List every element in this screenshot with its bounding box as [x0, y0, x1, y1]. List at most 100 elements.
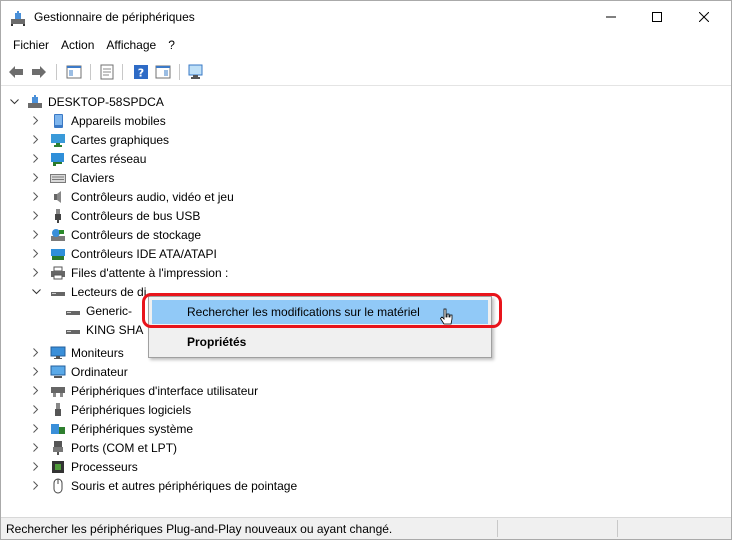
- tree-item-label: Périphériques d'interface utilisateur: [71, 383, 259, 398]
- tree-item-disk-generic[interactable]: Generic-: [65, 301, 132, 320]
- tree-item-monitors[interactable]: Moniteurs: [31, 343, 124, 362]
- tree-item-label: Périphériques logiciels: [71, 402, 192, 417]
- tree-item-label: Claviers: [71, 170, 115, 185]
- chevron-right-icon[interactable]: [31, 348, 41, 358]
- usb-icon: [50, 208, 66, 224]
- status-bar: Rechercher les périphériques Plug-and-Pl…: [1, 517, 731, 539]
- chevron-right-icon[interactable]: [31, 135, 41, 145]
- chevron-right-icon[interactable]: [31, 211, 41, 221]
- forward-arrow-icon[interactable]: [30, 63, 48, 81]
- tree-item-system-devices[interactable]: Périphériques système: [31, 419, 193, 438]
- chevron-right-icon[interactable]: [31, 481, 41, 491]
- storage-controller-icon: [50, 227, 66, 243]
- tree-item-label: Périphériques système: [71, 421, 194, 436]
- tree-item-label: Contrôleurs audio, vidéo et jeu: [71, 189, 234, 204]
- tree-item-label: Contrôleurs de stockage: [71, 227, 202, 242]
- tree-item-audio-controllers[interactable]: Contrôleurs audio, vidéo et jeu: [31, 187, 234, 206]
- properties-menu-item[interactable]: Propriétés: [152, 330, 488, 354]
- status-separator: [497, 520, 498, 537]
- properties-menu-label: Propriétés: [187, 335, 247, 349]
- chevron-right-icon[interactable]: [31, 386, 41, 396]
- show-hide-tree-icon[interactable]: [65, 63, 83, 81]
- chevron-right-icon[interactable]: [31, 173, 41, 183]
- menu-view[interactable]: Affichage: [100, 35, 162, 55]
- tree-item-ide-controllers[interactable]: Contrôleurs IDE ATA/ATAPI: [31, 244, 217, 263]
- menu-action[interactable]: Action: [55, 35, 100, 55]
- tree-item-software-devices[interactable]: Périphériques logiciels: [31, 400, 191, 419]
- monitor-icon: [50, 345, 66, 361]
- disk-drive-icon: [65, 303, 81, 319]
- tree-item-label: Appareils mobiles: [71, 113, 166, 128]
- chevron-right-icon[interactable]: [31, 443, 41, 453]
- hid-icon: [50, 383, 66, 399]
- tree-item-label: Contrôleurs IDE ATA/ATAPI: [71, 246, 217, 261]
- tree-root[interactable]: DESKTOP-58SPDCA: [9, 92, 164, 111]
- mouse-icon: [50, 478, 66, 494]
- tree-item-label: Cartes réseau: [71, 151, 147, 166]
- tree-item-storage-controllers[interactable]: Contrôleurs de stockage: [31, 225, 201, 244]
- help-icon[interactable]: ?: [132, 63, 150, 81]
- chevron-right-icon[interactable]: [31, 154, 41, 164]
- chevron-right-icon[interactable]: [31, 116, 41, 126]
- chevron-right-icon[interactable]: [31, 424, 41, 434]
- mouse-cursor-icon: [439, 308, 455, 330]
- tree-item-label: Moniteurs: [71, 345, 124, 360]
- chevron-down-icon[interactable]: [31, 287, 41, 297]
- tree-item-label: KING SHA: [86, 322, 144, 337]
- chevron-right-icon[interactable]: [31, 462, 41, 472]
- software-device-icon: [50, 402, 66, 418]
- minimize-button[interactable]: [588, 1, 634, 33]
- computer-icon: [27, 94, 43, 110]
- chevron-right-icon[interactable]: [31, 249, 41, 259]
- tree-item-usb-controllers[interactable]: Contrôleurs de bus USB: [31, 206, 200, 225]
- scan-hardware-icon[interactable]: [188, 63, 206, 81]
- tree-item-processors[interactable]: Processeurs: [31, 457, 138, 476]
- tree-item-label: Generic-: [86, 303, 133, 318]
- title-bar[interactable]: Gestionnaire de périphériques: [1, 1, 731, 33]
- printer-icon: [50, 265, 66, 281]
- tree-item-disk-drives[interactable]: Lecteurs de di: [31, 282, 146, 301]
- chevron-down-icon[interactable]: [9, 97, 19, 107]
- disk-drive-icon: [50, 284, 66, 300]
- tree-item-label: Ports (COM et LPT): [71, 440, 178, 455]
- tree-item-keyboards[interactable]: Claviers: [31, 168, 114, 187]
- tree-item-computer[interactable]: Ordinateur: [31, 362, 128, 381]
- console-view-icon[interactable]: [154, 63, 172, 81]
- tree-item-label: Souris et autres périphériques de pointa…: [71, 478, 298, 493]
- computer-monitor-icon: [50, 364, 66, 380]
- tree-item-print-queues[interactable]: Files d'attente à l'impression :: [31, 263, 228, 282]
- system-device-icon: [50, 421, 66, 437]
- tree-item-display-adapters[interactable]: Cartes graphiques: [31, 130, 169, 149]
- properties-icon[interactable]: [98, 63, 116, 81]
- tree-item-label: Cartes graphiques: [71, 132, 170, 147]
- network-adapter-icon: [50, 151, 66, 167]
- chevron-right-icon[interactable]: [31, 367, 41, 377]
- tree-item-label: Files d'attente à l'impression :: [71, 265, 229, 280]
- tree-item-network-adapters[interactable]: Cartes réseau: [31, 149, 146, 168]
- chevron-right-icon[interactable]: [31, 405, 41, 415]
- status-text: Rechercher les périphériques Plug-and-Pl…: [6, 522, 393, 536]
- chevron-right-icon[interactable]: [31, 192, 41, 202]
- menu-help[interactable]: ?: [162, 35, 181, 55]
- window-title: Gestionnaire de périphériques: [34, 10, 195, 24]
- mobile-device-icon: [50, 113, 66, 129]
- maximize-button[interactable]: [634, 1, 680, 33]
- status-separator: [617, 520, 618, 537]
- close-button[interactable]: [681, 1, 727, 33]
- port-icon: [50, 440, 66, 456]
- device-manager-icon: [10, 10, 26, 26]
- tree-item-label: Contrôleurs de bus USB: [71, 208, 201, 223]
- chevron-right-icon[interactable]: [31, 268, 41, 278]
- back-arrow-icon[interactable]: [7, 63, 25, 81]
- tree-item-hid[interactable]: Périphériques d'interface utilisateur: [31, 381, 258, 400]
- tree-item-mice[interactable]: Souris et autres périphériques de pointa…: [31, 476, 297, 495]
- keyboard-icon: [50, 170, 66, 186]
- tree-item-ports[interactable]: Ports (COM et LPT): [31, 438, 177, 457]
- speaker-icon: [50, 189, 66, 205]
- tree-item-label: Processeurs: [71, 459, 138, 474]
- menu-file[interactable]: Fichier: [1, 35, 55, 55]
- tree-item-disk-king[interactable]: KING SHA: [65, 320, 143, 339]
- tree-item-mobile-devices[interactable]: Appareils mobiles: [31, 111, 166, 130]
- chevron-right-icon[interactable]: [31, 230, 41, 240]
- tree-item-label: Lecteurs de di: [71, 284, 147, 299]
